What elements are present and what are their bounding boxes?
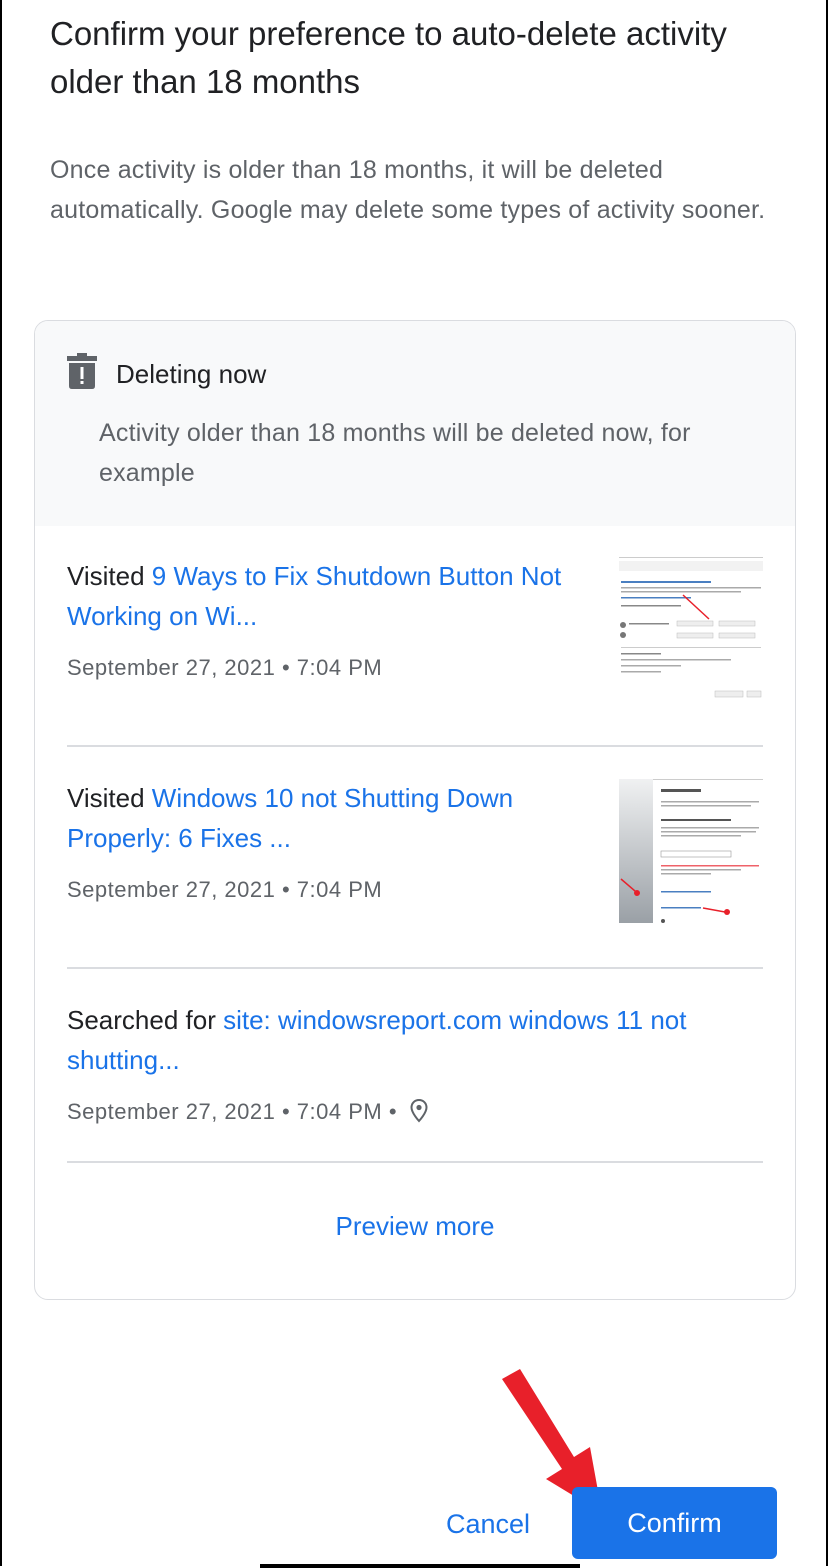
preview-more-link[interactable]: Preview more (35, 1211, 795, 1242)
trash-icon (67, 353, 97, 389)
activity-date: September 27, 2021 • 7:04 PM (67, 877, 383, 902)
home-indicator (260, 1564, 580, 1568)
activity-text: Searched for site: windowsreport.com win… (67, 1000, 757, 1080)
card-subheading: Activity older than 18 months will be de… (99, 419, 691, 487)
card-header: Deleting now Activity older than 18 mont… (35, 321, 795, 526)
activity-prefix: Visited (67, 783, 152, 813)
activity-prefix: Searched for (67, 1005, 224, 1035)
activity-date-text: September 27, 2021 • 7:04 PM • (67, 1099, 398, 1124)
item-divider (67, 967, 763, 969)
card-heading: Deleting now (116, 359, 267, 389)
confirm-button[interactable]: Confirm (572, 1487, 777, 1559)
dialog-title: Confirm your preference to auto-delete a… (50, 15, 727, 100)
activity-date: September 27, 2021 • 7:04 PM (67, 655, 383, 680)
activity-prefix: Visited (67, 561, 152, 591)
page-thumbnail[interactable] (619, 779, 763, 923)
page-thumbnail[interactable] (619, 557, 763, 701)
item-divider (67, 1161, 763, 1163)
dialog-description: Once activity is older than 18 months, i… (50, 156, 766, 224)
activity-text: Visited 9 Ways to Fix Shutdown Button No… (67, 556, 587, 636)
activity-text: Visited Windows 10 not Shutting Down Pro… (67, 778, 587, 858)
item-divider (67, 745, 763, 747)
activity-date: September 27, 2021 • 7:04 PM • (67, 1097, 428, 1127)
location-pin-icon (410, 1098, 428, 1123)
deleting-now-card: Deleting now Activity older than 18 mont… (34, 320, 796, 1300)
cancel-button[interactable]: Cancel (420, 1496, 556, 1552)
